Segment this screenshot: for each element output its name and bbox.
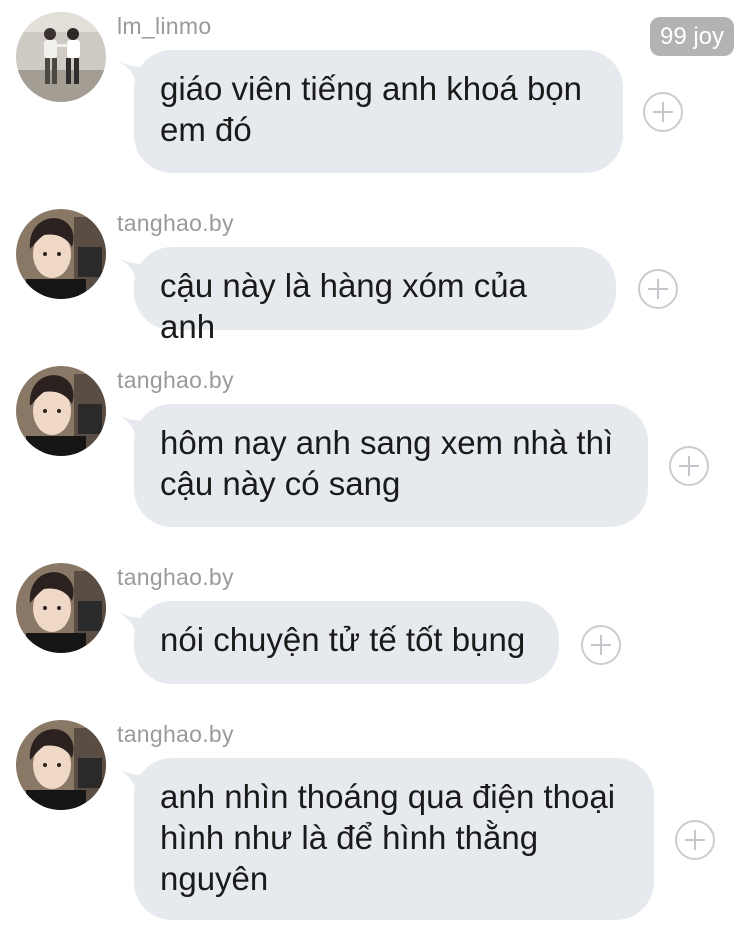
man-selfie-avatar-image bbox=[16, 563, 106, 653]
message-bubble[interactable]: cậu này là hàng xóm của anh bbox=[134, 247, 616, 345]
message-line: em đó bbox=[160, 111, 252, 148]
message-line: nói chuyện tử tế tốt bụng bbox=[160, 621, 526, 658]
man-selfie-avatar-image bbox=[16, 366, 106, 456]
username[interactable]: tanghao.by bbox=[117, 563, 234, 591]
avatar[interactable] bbox=[16, 12, 106, 102]
message-line: hôm nay anh sang xem nhà thì bbox=[160, 424, 614, 461]
add-reaction-icon[interactable] bbox=[669, 446, 709, 486]
message-line: nguyên bbox=[160, 860, 269, 897]
avatar[interactable] bbox=[16, 209, 106, 299]
dance-couple-avatar-image bbox=[16, 12, 106, 102]
add-reaction-icon[interactable] bbox=[675, 820, 715, 860]
message-bubble[interactable]: giáo viên tiếng anh khoá bọn em đó bbox=[134, 50, 623, 173]
message-line: cậu này là hàng xóm của anh bbox=[160, 267, 527, 345]
avatar[interactable] bbox=[16, 563, 106, 653]
avatar[interactable] bbox=[16, 720, 106, 810]
add-reaction-icon[interactable] bbox=[638, 269, 678, 309]
add-reaction-icon[interactable] bbox=[581, 625, 621, 665]
message-line: anh nhìn thoáng qua điện thoại bbox=[160, 778, 616, 815]
message-line: cậu này có sang bbox=[160, 465, 401, 502]
reaction-count-badge[interactable]: 99 joy bbox=[650, 17, 734, 56]
username[interactable]: tanghao.by bbox=[117, 209, 234, 237]
man-selfie-avatar-image bbox=[16, 720, 106, 810]
message-line: giáo viên tiếng anh khoá bọn bbox=[160, 70, 583, 107]
avatar[interactable] bbox=[16, 366, 106, 456]
message-bubble[interactable]: hôm nay anh sang xem nhà thì cậu này có … bbox=[134, 404, 648, 527]
username[interactable]: tanghao.by bbox=[117, 366, 234, 394]
username[interactable]: lm_linmo bbox=[117, 12, 211, 40]
message-bubble[interactable]: nói chuyện tử tế tốt bụng bbox=[134, 601, 559, 684]
man-selfie-avatar-image bbox=[16, 209, 106, 299]
username[interactable]: tanghao.by bbox=[117, 720, 234, 748]
add-reaction-icon[interactable] bbox=[643, 92, 683, 132]
message-bubble[interactable]: anh nhìn thoáng qua điện thoại hình như … bbox=[134, 758, 654, 920]
message-line: hình như là để hình thằng bbox=[160, 819, 539, 856]
